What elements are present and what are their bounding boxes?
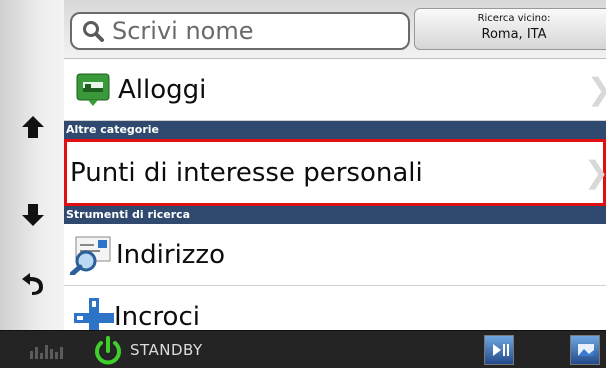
arrow-down-icon bbox=[22, 204, 44, 226]
list-item-label: Alloggi bbox=[118, 74, 207, 105]
list-item-label: Indirizzo bbox=[116, 239, 225, 270]
photo-glyph bbox=[578, 344, 594, 356]
power-icon[interactable] bbox=[92, 335, 124, 367]
search-near-location: Roma, ITA bbox=[481, 27, 547, 42]
list-item-address[interactable]: Indirizzo bbox=[64, 224, 606, 286]
search-bar: Ricerca vicino: Roma, ITA bbox=[64, 0, 606, 59]
scroll-up-button[interactable] bbox=[18, 112, 48, 142]
list-item-alloggi[interactable]: Alloggi ❯ bbox=[64, 59, 606, 121]
search-near-caption: Ricerca vicino: bbox=[477, 13, 551, 24]
back-button[interactable] bbox=[18, 268, 48, 298]
search-box[interactable] bbox=[70, 12, 410, 50]
search-near-button[interactable]: Ricerca vicino: Roma, ITA bbox=[414, 8, 606, 50]
chevron-right-icon: ❯ bbox=[587, 72, 606, 107]
list-item-label: Punti di interesse personali bbox=[70, 157, 423, 188]
address-icon bbox=[70, 236, 111, 275]
section-header-search-tools: Strumenti di ricerca bbox=[64, 206, 606, 224]
list-item-custom-poi[interactable]: Punti di interesse personali ❯ bbox=[64, 139, 606, 206]
media-play-pause-icon[interactable] bbox=[484, 335, 514, 365]
navigator-search-screen: Ricerca vicino: Roma, ITA Alloggi ❯ Altr… bbox=[0, 0, 606, 368]
hotel-icon bbox=[76, 73, 110, 106]
media-photo-icon[interactable] bbox=[570, 335, 600, 365]
back-icon bbox=[22, 273, 43, 295]
search-input[interactable] bbox=[112, 17, 402, 45]
section-header-other-categories: Altre categorie bbox=[64, 121, 606, 139]
arrow-up-icon bbox=[22, 116, 44, 138]
left-nav-rail bbox=[0, 0, 64, 330]
standby-label: STANDBY bbox=[130, 341, 203, 359]
play-pause-glyph bbox=[493, 344, 509, 356]
equalizer-icon[interactable] bbox=[30, 345, 63, 359]
scroll-down-button[interactable] bbox=[18, 200, 48, 230]
list-item-label: Incroci bbox=[114, 302, 200, 332]
status-bar: STANDBY bbox=[0, 330, 606, 368]
chevron-right-icon: ❯ bbox=[584, 155, 606, 190]
search-icon bbox=[83, 21, 104, 42]
